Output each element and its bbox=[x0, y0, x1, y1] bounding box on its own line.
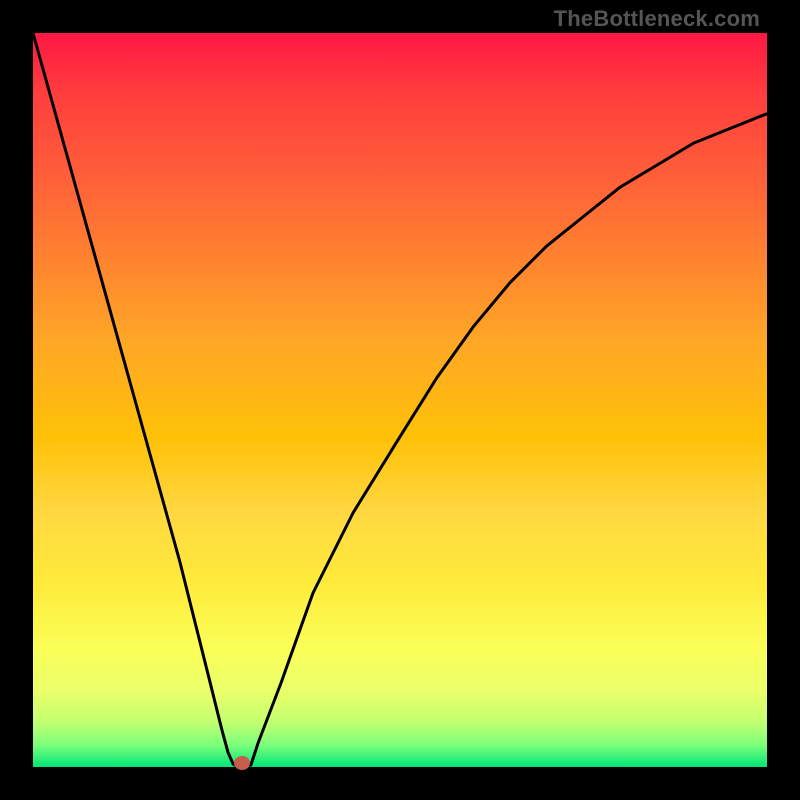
frame-right bbox=[767, 0, 800, 800]
frame-bottom bbox=[0, 767, 800, 800]
optimal-point-marker bbox=[234, 756, 250, 770]
bottleneck-curve-path bbox=[33, 33, 767, 766]
attribution-text: TheBottleneck.com bbox=[554, 6, 760, 32]
bottleneck-chart: TheBottleneck.com bbox=[0, 0, 800, 800]
curve-layer bbox=[33, 33, 767, 767]
frame-left bbox=[0, 0, 33, 800]
